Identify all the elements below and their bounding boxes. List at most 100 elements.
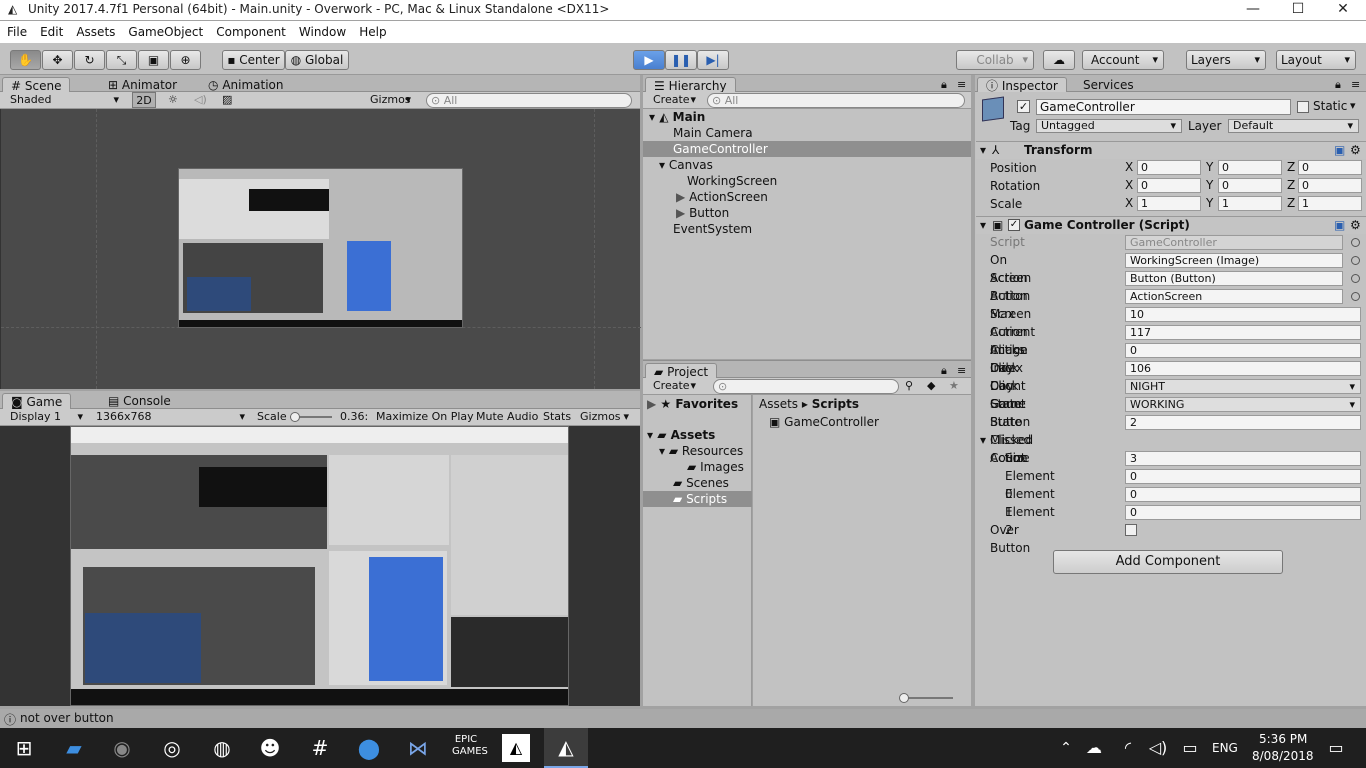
transform-x-field[interactable]: 1 [1137,196,1201,211]
field-value[interactable]: WorkingScreen (Image) [1125,253,1343,268]
lock-icon[interactable]: 🔒︎ [1335,77,1341,93]
audio-icon[interactable]: ◁) [194,92,207,108]
menu-gameobject[interactable]: GameObject [121,21,209,39]
game-gizmos-dropdown[interactable]: Gizmos [580,409,634,425]
wifi-icon[interactable]: ◜ [1114,734,1142,762]
field-value[interactable]: 106 [1125,361,1361,376]
unity-hub-icon[interactable]: ◭ [502,734,530,762]
icon-size-slider-thumb[interactable] [899,693,909,703]
rotate-tool-icon[interactable]: ↻ [74,50,105,70]
enum-dropdown[interactable]: NIGHT [1125,379,1361,394]
menu-help[interactable]: Help [352,21,392,39]
visual-studio-icon[interactable]: ⋈ [404,734,432,762]
transform-z-field[interactable]: 1 [1298,196,1362,211]
hierarchy-item[interactable]: GameController [643,141,971,157]
transform-y-field[interactable]: 0 [1218,160,1282,175]
tray-chevron-icon[interactable]: ⌃ [1052,734,1080,762]
object-picker-icon[interactable] [1351,256,1360,265]
game-view[interactable] [0,426,640,706]
field-value[interactable]: 0 [1125,487,1361,502]
help-book-icon[interactable]: ▣ [1334,217,1345,234]
layer-dropdown[interactable]: Default [1228,119,1359,133]
maximize-on-play-toggle[interactable]: Maximize On Play [376,409,474,425]
over-button-checkbox[interactable] [1125,524,1137,536]
transform-z-field[interactable]: 0 [1298,178,1362,193]
scene-search-input[interactable]: ⊙ All [426,93,632,108]
notification-icon[interactable]: ▭ [1322,734,1350,762]
battery-icon[interactable]: ▭ [1176,734,1204,762]
display-dropdown[interactable]: Display 1 [10,409,88,425]
favorite-star-icon[interactable]: ★ [949,378,959,394]
field-value[interactable]: 2 [1125,415,1361,430]
transform-x-field[interactable]: 0 [1137,160,1201,175]
epic-games-icon[interactable]: EPIC GAMES [452,734,488,762]
lock-icon[interactable]: 🔒︎ [941,77,947,93]
origin-icon[interactable]: ◎ [158,734,186,762]
project-search-input[interactable]: ⊙ [713,379,899,394]
scale-tool-icon[interactable]: ⤡ [106,50,137,70]
transform-header[interactable]: ▾ ⅄ Transform ▣ ⚙ [976,141,1366,159]
hierarchy-item[interactable]: ▶ ActionScreen [643,189,971,205]
object-name-input[interactable]: GameController [1036,99,1291,115]
resolution-dropdown[interactable]: 1366x768 [96,409,250,425]
discord-icon[interactable]: ☻ [256,734,284,762]
object-picker-icon[interactable] [1351,238,1360,247]
status-message[interactable]: not over button [20,711,114,725]
field-value[interactable]: 10 [1125,307,1361,322]
pivot-global-button[interactable]: ◍ Global [285,50,349,70]
hierarchy-scene-root[interactable]: ▾ ◭ Main [643,109,971,125]
collab-dropdown[interactable]: Collab [956,50,1034,70]
field-value[interactable]: 3 [1125,451,1361,466]
cloud-icon[interactable]: ☁ [1043,50,1075,70]
hierarchy-search-input[interactable]: ⊙ All [707,93,965,108]
component-enabled-checkbox[interactable]: ✓ [1008,219,1020,231]
breadcrumb-assets[interactable]: Assets [759,397,798,411]
language-indicator[interactable]: ENG [1212,741,1238,755]
hierarchy-create-dropdown[interactable]: Create [653,92,701,108]
panel-menu-icon[interactable]: ≡ [957,77,966,93]
lock-icon[interactable]: 🔒︎ [941,363,947,379]
hand-tool-icon[interactable]: ✋ [10,50,41,70]
layout-dropdown[interactable]: Layout [1276,50,1356,70]
pause-button[interactable]: ❚❚ [665,50,697,70]
hierarchy-item[interactable]: EventSystem [643,221,971,237]
add-component-button[interactable]: Add Component [1053,550,1283,574]
help-book-icon[interactable]: ▣ [1334,142,1345,159]
panel-menu-icon[interactable]: ≡ [1351,77,1360,93]
menu-edit[interactable]: Edit [33,21,69,39]
scenes-folder[interactable]: ▰ Scenes [643,475,752,491]
resources-folder[interactable]: ▾ ▰ Resources [643,443,752,459]
panel-menu-icon[interactable]: ≡ [957,363,966,379]
favorites-folder[interactable]: ▶ ★ Favorites [643,396,752,412]
volume-icon[interactable]: ◁) [1144,734,1172,762]
maps-pin-icon[interactable]: ⬤ [355,734,383,762]
close-button[interactable]: ✕ [1320,0,1366,20]
script-component-header[interactable]: ▾ ▣ ✓ Game Controller (Script) ▣ ⚙ [976,216,1366,234]
mute-audio-toggle[interactable]: Mute Audio [476,409,538,425]
images-folder[interactable]: ▰ Images [643,459,752,475]
shading-mode-dropdown[interactable]: Shaded [10,92,124,108]
transform-y-field[interactable]: 1 [1218,196,1282,211]
field-value[interactable]: Button (Button) [1125,271,1343,286]
menu-assets[interactable]: Assets [69,21,121,39]
active-checkbox[interactable]: ✓ [1017,100,1030,113]
chrome-icon[interactable]: ◉ [108,734,136,762]
object-picker-icon[interactable] [1351,274,1360,283]
static-dropdown-arrow-icon[interactable]: ▾ [1350,99,1356,112]
hierarchy-item[interactable]: ▶ Button [643,205,971,221]
transform-y-field[interactable]: 0 [1218,178,1282,193]
file-explorer-icon[interactable]: ▰ [60,734,88,762]
image-effects-icon[interactable]: ▨ [222,92,232,108]
assets-folder[interactable]: ▾ ▰ Assets [643,427,752,443]
field-value[interactable]: 0 [1125,343,1361,358]
stats-toggle[interactable]: Stats [543,409,571,425]
step-button[interactable]: ▶| [697,50,729,70]
cloud-tray-icon[interactable]: ☁ [1080,734,1108,762]
menu-component[interactable]: Component [209,21,292,39]
field-value[interactable]: 117 [1125,325,1361,340]
minimize-button[interactable]: — [1230,0,1276,20]
field-value[interactable]: ActionScreen [1125,289,1343,304]
hierarchy-item[interactable]: Main Camera [643,125,971,141]
component-gear-icon[interactable]: ⚙ [1350,142,1361,159]
menu-file[interactable]: File [0,21,33,39]
